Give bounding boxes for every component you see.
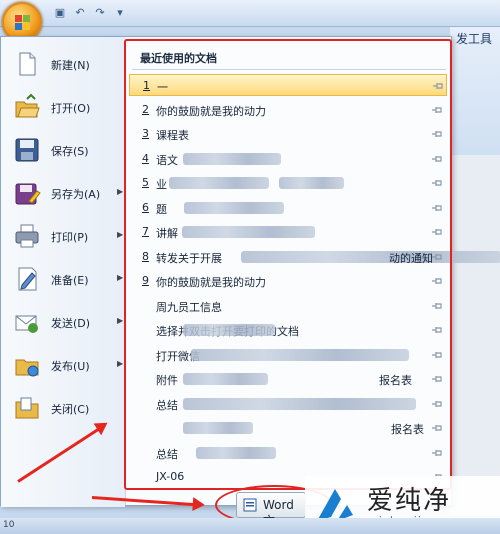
title-bar: ▣ ↶ ↷ ▾ [0, 0, 500, 27]
status-page-number: 10 [3, 520, 15, 530]
menu-item-print[interactable]: 打印(P) ▶ [9, 217, 125, 257]
menu-item-label: 保存(S) [51, 145, 89, 158]
submenu-arrow-icon: ▶ [117, 359, 124, 368]
redo-icon[interactable]: ↷ [92, 5, 108, 21]
undo-icon[interactable]: ↶ [72, 5, 88, 21]
printer-icon [15, 224, 39, 248]
save-disk-icon [15, 138, 39, 162]
customize-qat-icon[interactable]: ▾ [112, 5, 128, 21]
watermark-title: 爱纯净 [367, 486, 452, 516]
menu-item-publish[interactable]: 发布(U) ▶ [9, 346, 125, 386]
submenu-arrow-icon: ▶ [117, 316, 124, 325]
close-folder-icon [15, 397, 39, 419]
menu-item-prepare[interactable]: 准备(E) ▶ [9, 260, 125, 300]
menu-commands: 新建(N) 打开(O) 保存(S) 另存为(A) ▶ 打印(P) ▶ 准备(E)… [1, 37, 125, 507]
menu-item-label: 新建(N) [51, 59, 90, 72]
save-as-icon [15, 183, 41, 205]
submenu-arrow-icon: ▶ [117, 230, 124, 239]
new-document-icon [19, 52, 36, 76]
send-mail-icon [15, 315, 38, 333]
menu-item-save[interactable]: 保存(S) [9, 131, 125, 171]
office-logo-icon [15, 15, 31, 31]
save-icon[interactable]: ▣ [52, 5, 68, 21]
menu-item-label: 另存为(A) [51, 188, 101, 201]
menu-item-label: 打印(P) [51, 231, 89, 244]
menu-item-label: 关闭(C) [51, 403, 90, 416]
menu-item-save-as[interactable]: 另存为(A) ▶ [9, 174, 125, 214]
publish-icon [15, 359, 39, 377]
open-folder-icon [15, 93, 40, 118]
menu-item-label: 打开(O) [51, 102, 91, 115]
menu-item-label: 准备(E) [51, 274, 89, 287]
document-area [450, 155, 500, 515]
tab-developer[interactable]: 发工具 [456, 30, 492, 47]
menu-item-new[interactable]: 新建(N) [9, 45, 125, 85]
menu-item-label: 发布(U) [51, 360, 90, 373]
highlight-box [124, 39, 452, 490]
prepare-icon [18, 267, 37, 291]
status-bar: 10 [0, 518, 500, 534]
menu-item-open[interactable]: 打开(O) [9, 88, 125, 128]
submenu-arrow-icon: ▶ [117, 187, 124, 196]
menu-item-label: 发送(D) [51, 317, 91, 330]
submenu-arrow-icon: ▶ [117, 273, 124, 282]
menu-item-send[interactable]: 发送(D) ▶ [9, 303, 125, 343]
